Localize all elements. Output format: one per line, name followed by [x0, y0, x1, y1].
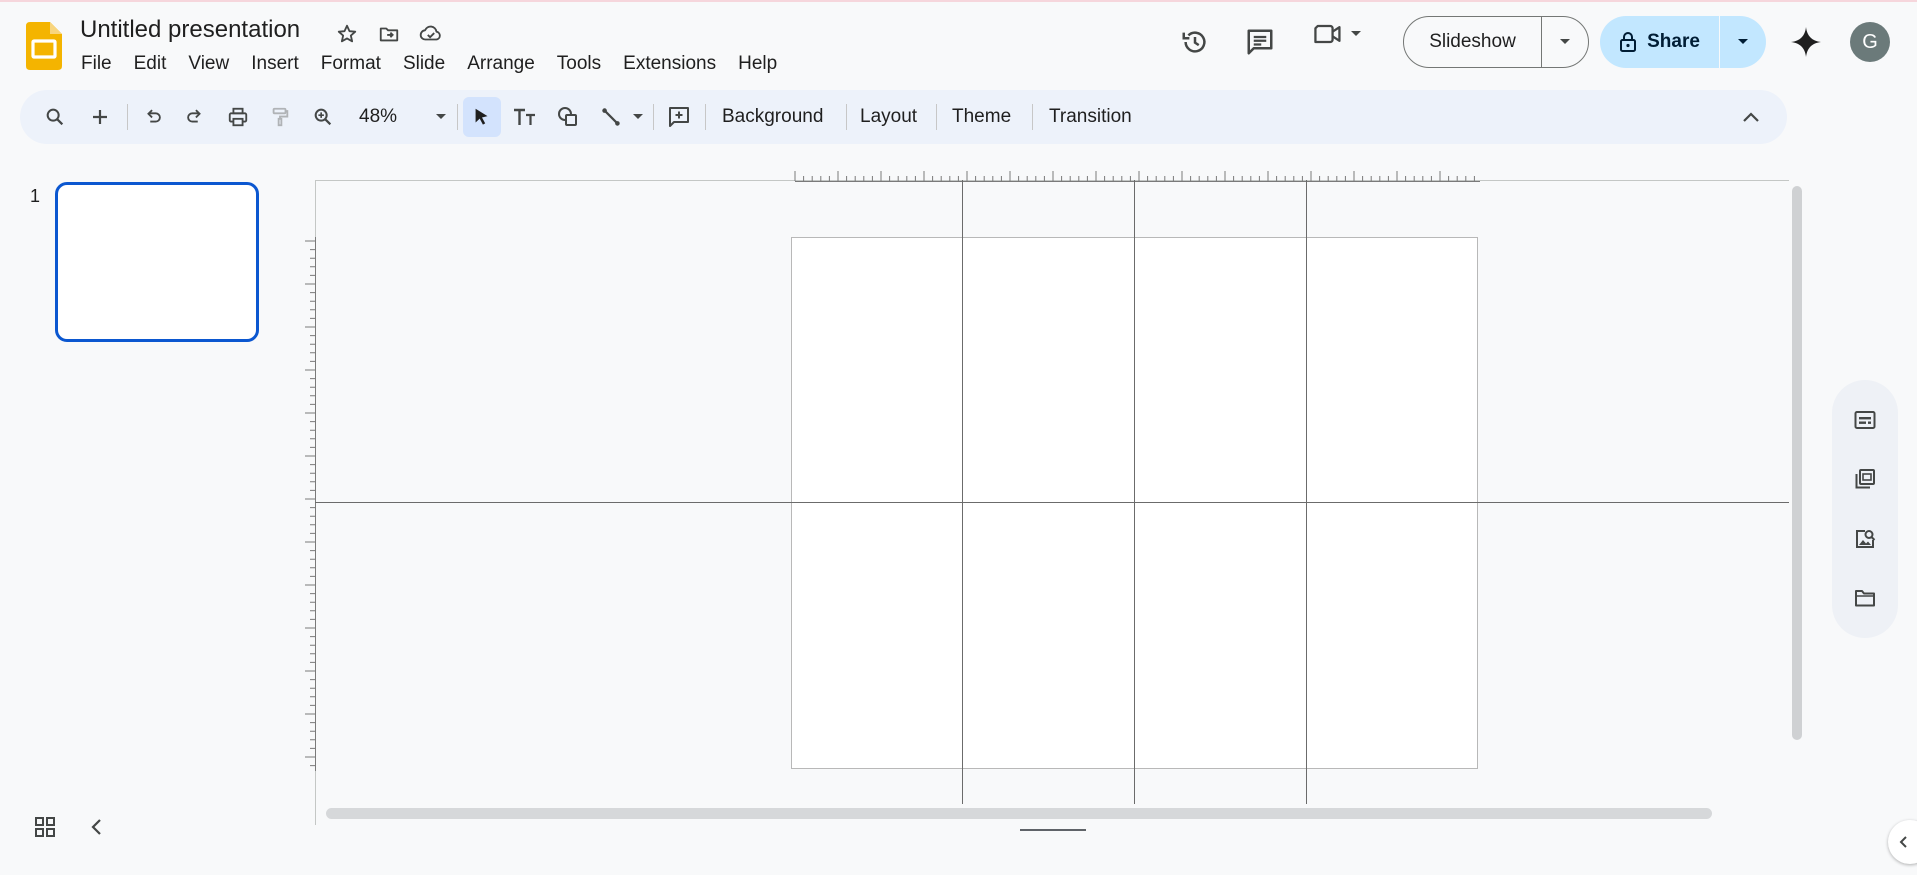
slides-logo-icon[interactable] — [26, 22, 62, 70]
slide-thumbnail[interactable] — [55, 182, 259, 342]
main-toolbar: 48% Background Layout Theme Transition — [20, 90, 1787, 144]
slideshow-button-group: Slideshow — [1403, 16, 1589, 68]
paint-format-icon[interactable] — [261, 97, 299, 137]
vertical-ruler — [305, 237, 316, 771]
collapse-side-panel-button[interactable] — [1888, 820, 1917, 864]
redo-icon[interactable] — [176, 97, 214, 137]
share-button[interactable]: Share — [1600, 16, 1720, 68]
transition-button[interactable]: Transition — [1043, 97, 1138, 137]
menu-bar: File Edit View Insert Format Slide Arran… — [70, 50, 788, 78]
menu-view[interactable]: View — [177, 50, 240, 78]
slideshow-options-button[interactable] — [1542, 17, 1588, 67]
horizontal-ruler — [794, 171, 1480, 182]
menu-extensions[interactable]: Extensions — [612, 50, 727, 78]
select-icon[interactable] — [463, 97, 501, 137]
toolbar-divider — [127, 104, 128, 130]
background-button[interactable]: Background — [716, 97, 829, 137]
toolbar-divider — [936, 104, 937, 130]
guide-line-vertical-3[interactable] — [1306, 180, 1307, 804]
account-avatar[interactable]: G — [1850, 22, 1890, 62]
menu-arrange[interactable]: Arrange — [456, 50, 546, 78]
move-to-folder-icon[interactable] — [375, 20, 403, 48]
chevron-down-icon — [1350, 30, 1362, 38]
chevron-down-icon — [632, 113, 644, 121]
theme-button[interactable]: Theme — [946, 97, 1017, 137]
print-icon[interactable] — [219, 97, 257, 137]
zoom-icon[interactable] — [304, 97, 342, 137]
new-slide-icon[interactable] — [81, 97, 119, 137]
guide-line-vertical-1[interactable] — [962, 180, 963, 804]
grid-view-icon[interactable] — [34, 816, 56, 838]
speaker-notes-resize-handle[interactable] — [1020, 829, 1086, 831]
slide-number: 1 — [30, 186, 41, 206]
star-icon[interactable] — [333, 20, 361, 48]
share-options-button[interactable] — [1720, 16, 1766, 68]
meet-camera-icon — [1312, 20, 1344, 48]
menu-slide[interactable]: Slide — [392, 50, 456, 78]
undo-icon[interactable] — [134, 97, 172, 137]
toolbar-divider — [457, 104, 458, 130]
zoom-value: 48% — [359, 106, 398, 127]
toolbar-divider — [653, 104, 654, 130]
collapse-toolbar-icon[interactable] — [1732, 97, 1770, 137]
gemini-sparkle-icon[interactable] — [1786, 22, 1826, 62]
cloud-saved-icon[interactable] — [417, 20, 445, 48]
menu-insert[interactable]: Insert — [240, 50, 310, 78]
toolbar-divider — [846, 104, 847, 130]
guide-line-vertical-2[interactable] — [1134, 180, 1135, 804]
horizontal-scrollbar[interactable] — [326, 808, 1712, 819]
version-history-icon[interactable] — [1173, 20, 1217, 64]
comments-icon[interactable] — [1238, 20, 1282, 64]
line-icon[interactable] — [592, 97, 630, 137]
collapse-filmstrip-icon[interactable] — [86, 816, 108, 838]
line-options-button[interactable] — [628, 97, 648, 137]
slides-library-icon[interactable] — [1845, 459, 1885, 499]
layout-button[interactable]: Layout — [854, 97, 923, 137]
zoom-select[interactable]: 48% — [347, 97, 457, 137]
chevron-down-icon — [1559, 38, 1571, 46]
menu-tools[interactable]: Tools — [546, 50, 612, 78]
lock-icon — [1619, 31, 1637, 53]
chevron-down-icon — [1737, 38, 1749, 46]
guide-line-horizontal[interactable] — [315, 502, 1789, 503]
speaker-notes-icon[interactable] — [1845, 400, 1885, 440]
menu-help[interactable]: Help — [727, 50, 788, 78]
shape-icon[interactable] — [549, 97, 587, 137]
menu-format[interactable]: Format — [310, 50, 392, 78]
share-label: Share — [1647, 31, 1700, 52]
folder-icon[interactable] — [1845, 578, 1885, 618]
share-button-group: Share — [1600, 16, 1766, 68]
document-title[interactable]: Untitled presentation — [80, 16, 300, 44]
top-accent-line — [0, 0, 1917, 2]
image-search-icon[interactable] — [1845, 519, 1885, 559]
meet-camera-button[interactable] — [1312, 20, 1362, 48]
add-comment-icon[interactable] — [660, 97, 698, 137]
chevron-left-icon — [1897, 835, 1911, 849]
toolbar-divider — [705, 104, 706, 130]
text-box-icon[interactable] — [506, 97, 544, 137]
menu-file[interactable]: File — [70, 50, 123, 78]
vertical-scrollbar[interactable] — [1792, 186, 1802, 740]
slideshow-button[interactable]: Slideshow — [1404, 17, 1542, 67]
search-icon[interactable] — [36, 97, 74, 137]
menu-edit[interactable]: Edit — [123, 50, 178, 78]
toolbar-divider — [1032, 104, 1033, 130]
chevron-down-icon — [435, 113, 447, 121]
side-panel — [1832, 380, 1898, 638]
